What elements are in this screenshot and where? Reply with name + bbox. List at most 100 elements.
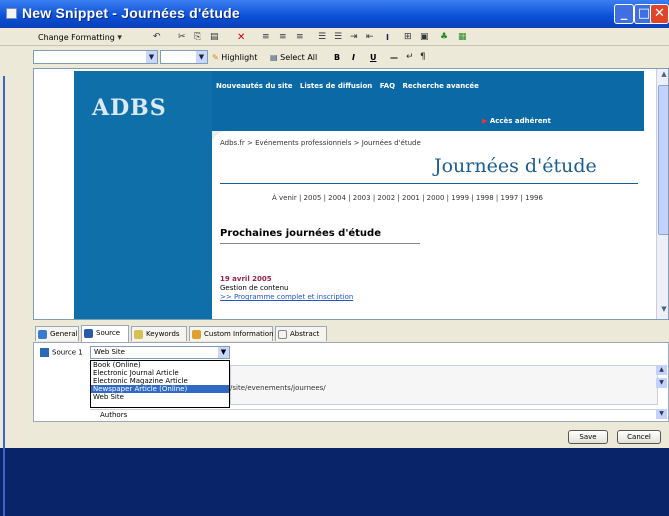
dropdown-option[interactable]: Electronic Journal Article (91, 369, 229, 377)
tree-icon[interactable]: ♣ (440, 31, 448, 44)
title-bar[interactable]: New Snippet - Journées d'étude _ □ ✕ (0, 0, 669, 28)
section-divider (220, 243, 420, 244)
member-access-label: Accès adhérent (489, 117, 551, 125)
save-button[interactable]: Save (568, 430, 608, 444)
property-tabs: General Source Keywords Custom Informati… (33, 325, 669, 342)
dropdown-option[interactable]: Web Site (91, 393, 229, 401)
select-all-label: Select All (280, 53, 318, 62)
style-toolbar: ▼ ▼ ✎ Highlight ▤ Select All B I U — ↵ ¶ (0, 49, 669, 66)
copy-icon[interactable]: ⎘ (194, 31, 201, 44)
scroll-down-icon[interactable]: ▼ (656, 378, 667, 388)
dropdown-option[interactable]: Electronic Magazine Article (91, 377, 229, 385)
source-panel: Source 1 /site/evenements/journees/ ▲ ▼ … (33, 342, 669, 422)
highlight-icon: ✎ (212, 53, 219, 62)
member-access-link[interactable]: ▶ Accès adhérent (482, 117, 551, 125)
close-button[interactable]: ✕ (650, 4, 669, 24)
nav-link[interactable]: Listes de diffusion (300, 82, 372, 90)
dropdown-option[interactable]: Book (Online) (91, 361, 229, 369)
scroll-up-icon[interactable]: ▲ (656, 365, 667, 375)
outdent-icon[interactable]: ⇤ (366, 31, 374, 44)
chevron-down-icon: ▼ (218, 347, 229, 358)
select-all-icon: ▤ (270, 53, 278, 62)
window-icon (6, 8, 17, 19)
highlight-label: Highlight (221, 53, 258, 62)
web-page-preview: ADBS Nouveautés du site Listes de diffus… (74, 71, 644, 319)
document-icon (278, 330, 287, 339)
site-left-column (74, 143, 212, 319)
dropdown-option-selected[interactable]: Newspaper Article (Online) (91, 385, 229, 393)
delete-icon[interactable]: ✕ (237, 31, 245, 44)
authors-scroll-down-icon[interactable]: ▼ (656, 409, 667, 419)
field-divider (90, 409, 658, 410)
field-scrollbar[interactable]: ▲ ▼ (656, 365, 668, 415)
left-margin (0, 68, 33, 516)
page-title: Journées d'étude (434, 155, 597, 177)
paragraph-icon[interactable]: ¶ (420, 51, 426, 64)
chevron-down-icon: ▼ (196, 51, 207, 63)
paste-icon[interactable]: ▤ (210, 31, 219, 44)
general-icon (38, 330, 47, 339)
cancel-button[interactable]: Cancel (617, 430, 661, 444)
line-break-icon[interactable]: ↵ (406, 51, 414, 64)
select-all-button[interactable]: ▤ Select All (270, 51, 317, 64)
tab-custom-information[interactable]: Custom Information (189, 326, 274, 341)
title-divider (220, 183, 638, 184)
number-list-icon[interactable]: ☰ (334, 31, 342, 44)
breadcrumb: Adbs.fr > Evénements professionnels > Jo… (220, 139, 421, 147)
arrow-right-icon: ▶ (482, 117, 488, 125)
text-icon[interactable]: I (386, 31, 389, 44)
horizontal-rule-icon[interactable]: — (390, 51, 398, 64)
nav-link[interactable]: FAQ (380, 82, 395, 90)
editor-scrollbar[interactable]: ▲ ▼ (656, 69, 668, 319)
tab-label: General (50, 330, 78, 338)
size-combo[interactable]: ▼ (160, 50, 208, 64)
source-label-text: Source 1 (52, 348, 83, 357)
align-right-icon[interactable]: ≡ (296, 31, 304, 44)
minimize-button[interactable]: _ (614, 4, 634, 24)
scroll-thumb[interactable] (658, 85, 668, 235)
source-type-select[interactable]: Web Site ▼ (90, 346, 230, 359)
bullet-list-icon[interactable]: ☰ (318, 31, 326, 44)
underline-button[interactable]: U (370, 51, 377, 64)
url-value: /site/evenements/journees/ (230, 384, 326, 392)
picture-icon[interactable]: ▦ (458, 31, 467, 44)
keywords-icon (134, 330, 143, 339)
section-heading: Prochaines journées d'étude (220, 228, 381, 239)
tab-general[interactable]: General (35, 326, 79, 341)
event-date: 19 avril 2005 (220, 275, 272, 283)
tab-label: Custom Information (204, 330, 274, 338)
html-editor[interactable]: ADBS Nouveautés du site Listes de diffus… (33, 68, 669, 320)
tab-label: Abstract (290, 330, 320, 338)
align-left-icon[interactable]: ≡ (262, 31, 270, 44)
change-formatting-button[interactable]: Change Formatting ▾ (38, 31, 122, 44)
formatting-toolbar: Change Formatting ▾ ↶ ✂ ⎘ ▤ ✕ ≡ ≡ ≡ ☰ ☰ … (0, 29, 669, 46)
undo-icon[interactable]: ↶ (153, 31, 161, 44)
logo-text: ADBS (92, 95, 167, 121)
align-center-icon[interactable]: ≡ (279, 31, 287, 44)
nav-link[interactable]: Recherche avancée (402, 82, 478, 90)
highlight-button[interactable]: ✎ Highlight (212, 51, 257, 64)
authors-label: Authors (100, 411, 128, 419)
access-bar (212, 103, 644, 131)
tab-source[interactable]: Source (81, 325, 129, 342)
cut-icon[interactable]: ✂ (178, 31, 186, 44)
change-formatting-label: Change Formatting (38, 33, 115, 42)
font-combo[interactable]: ▼ (33, 50, 158, 64)
snippet-window: { "window": {"title": "New Snippet - Jou… (0, 0, 669, 516)
source-icon (84, 329, 93, 338)
event-link[interactable]: >> Programme complet et inscription (220, 293, 353, 301)
image-icon[interactable]: ▣ (420, 31, 429, 44)
source-type-dropdown: Book (Online) Electronic Journal Article… (90, 360, 230, 408)
table-icon[interactable]: ⊞ (404, 31, 412, 44)
indent-icon[interactable]: ⇥ (350, 31, 358, 44)
source-icon (40, 348, 49, 357)
scroll-up-icon[interactable]: ▲ (658, 70, 668, 83)
tab-abstract[interactable]: Abstract (275, 326, 327, 341)
italic-button[interactable]: I (352, 51, 355, 64)
event-title: Gestion de contenu (220, 284, 289, 292)
scroll-down-icon[interactable]: ▼ (658, 305, 668, 318)
tab-keywords[interactable]: Keywords (131, 326, 187, 341)
bold-button[interactable]: B (334, 51, 340, 64)
year-links[interactable]: À venir | 2005 | 2004 | 2003 | 2002 | 20… (272, 194, 543, 202)
nav-link[interactable]: Nouveautés du site (216, 82, 292, 90)
